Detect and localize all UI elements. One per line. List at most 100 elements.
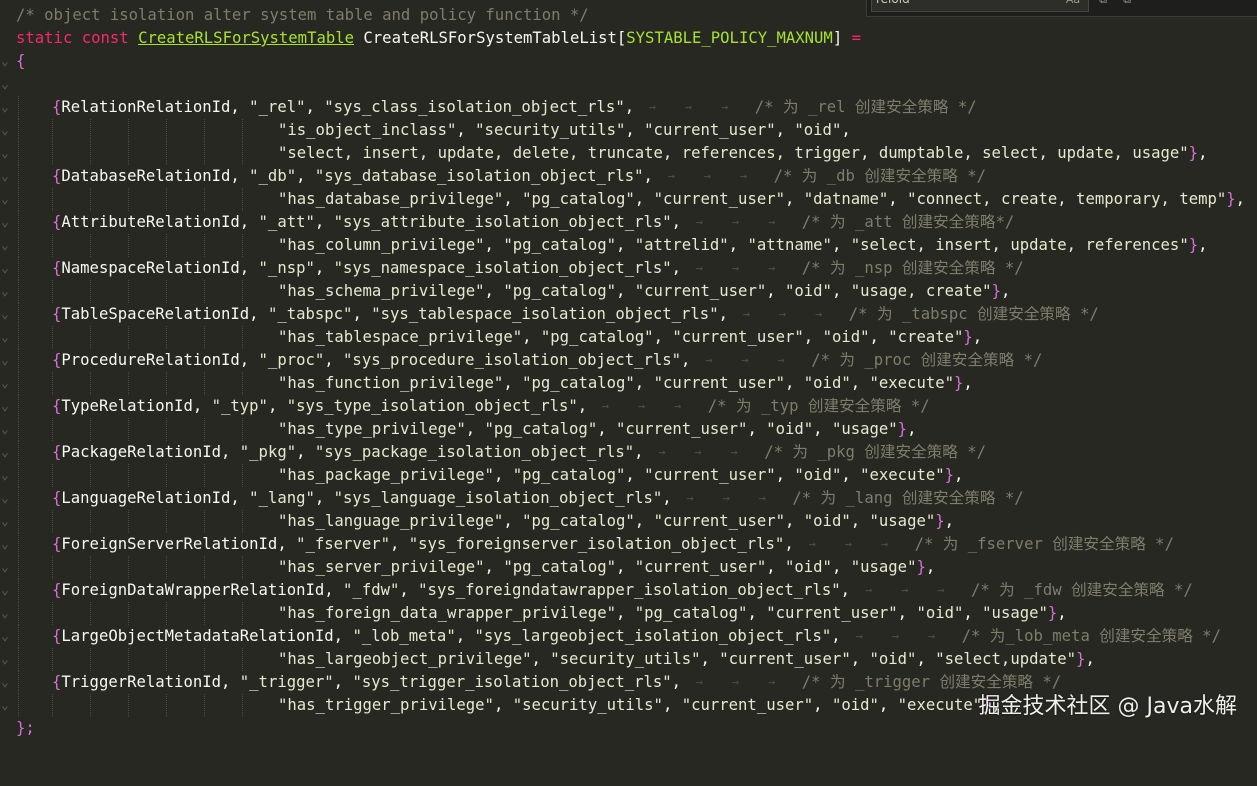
string-literal: "usage, create"	[850, 282, 992, 300]
indent-guide	[166, 234, 168, 257]
brace: {	[52, 443, 62, 461]
fold-toggle-icon[interactable]: ⌄	[1, 165, 13, 188]
string-literal: "current_user"	[719, 650, 851, 668]
indent-guide	[90, 142, 92, 165]
string-literal: "has_function_privilege"	[278, 374, 504, 392]
indent-guide	[18, 326, 20, 349]
string-literal: "create"	[888, 328, 964, 346]
whitespace-marker: → → →	[865, 583, 945, 597]
string-literal: "usage"	[850, 558, 917, 576]
entry-continuation: "has_language_privilege", "pg_catalog", …	[278, 512, 955, 530]
entry-continuation: "has_column_privilege", "pg_catalog", "a…	[278, 236, 1208, 254]
string-literal: "has_tablespace_privilege"	[278, 328, 523, 346]
indent-guide	[52, 280, 54, 303]
closing-brace: };	[16, 719, 35, 737]
fold-toggle-icon[interactable]: ⌄	[1, 579, 13, 602]
fold-guide-icon: ⌄	[1, 376, 9, 391]
brace: {	[16, 52, 26, 70]
entry-head: {RelationRelationId, "_rel", "sys_class_…	[52, 98, 635, 116]
string-literal: "oid"	[831, 696, 879, 714]
indent-guide	[90, 694, 92, 717]
brace: }	[1188, 144, 1199, 162]
indent-guide	[166, 694, 168, 717]
indent-guide	[90, 556, 92, 579]
indent-guide	[166, 142, 168, 165]
fold-toggle-icon[interactable]: ⌄	[1, 211, 13, 234]
fold-toggle-icon[interactable]: ⌄	[1, 96, 13, 119]
fold-toggle-icon[interactable]: ⌄	[1, 487, 13, 510]
whitespace-marker: → → →	[742, 307, 823, 321]
string-literal: "oid"	[916, 604, 964, 622]
keyword: const	[81, 29, 129, 47]
string-literal: "pg_catalog"	[540, 328, 654, 346]
entry-head: {LargeObjectMetadataRelationId, "_lob_me…	[52, 627, 841, 645]
string-literal: "has_foreign_data_wrapper_privilege"	[278, 604, 616, 622]
string-literal: "oid"	[803, 512, 851, 530]
indent-guide	[90, 602, 92, 625]
macro: SYSTABLE_POLICY_MAXNUM	[626, 29, 833, 47]
string-literal: "pg_catalog"	[503, 282, 616, 300]
indent-guide	[18, 533, 20, 556]
string-literal: "is_object_inclass"	[278, 121, 457, 139]
fold-toggle-icon[interactable]: ⌄	[1, 625, 13, 648]
indent-guide	[90, 464, 92, 487]
identifier: CreateRLSForSystemTableList	[363, 29, 617, 47]
entry-head: {ForeignDataWrapperRelationId, "_fdw", "…	[52, 581, 851, 599]
entry-continuation: "has_type_privilege", "pg_catalog", "cur…	[278, 420, 917, 438]
indent-guide	[204, 280, 206, 303]
duplicate-icon[interactable]: ⧉	[1119, 0, 1135, 9]
fold-toggle-icon[interactable]: ⌄	[1, 533, 13, 556]
indent-guide	[18, 395, 20, 418]
entry-head: {AttributeRelationId, "_att", "sys_attri…	[52, 213, 682, 231]
fold-toggle-icon[interactable]: ⌄	[1, 50, 13, 73]
string-literal: "usage"	[982, 604, 1048, 622]
indent-guide	[18, 464, 20, 487]
brace: {	[52, 259, 62, 277]
indent-guide	[242, 234, 244, 257]
indent-guide	[242, 464, 244, 487]
string-literal: "sys_package_isolation_object_rls"	[314, 443, 635, 461]
indent-guide	[242, 648, 244, 671]
brace: }	[954, 374, 964, 392]
whitespace-marker: → → →	[686, 491, 766, 505]
string-literal: "execute"	[869, 374, 955, 392]
indent-guide	[242, 602, 244, 625]
brace: }	[935, 512, 945, 530]
fold-toggle-icon[interactable]: ⌄	[1, 257, 13, 280]
brace: {	[52, 167, 62, 185]
indent-guide	[204, 326, 206, 349]
keyword: static	[16, 29, 73, 47]
fold-toggle-icon[interactable]: ⌄	[1, 441, 13, 464]
fold-guide-icon: ⌄	[1, 330, 9, 345]
indent-guide	[166, 188, 168, 211]
whitespace-marker: → → →	[705, 353, 785, 367]
indent-guide	[18, 487, 20, 510]
fold-toggle-icon[interactable]: ⌄	[1, 395, 13, 418]
entry-continuation: "has_server_privilege", "pg_catalog", "c…	[278, 558, 936, 576]
type-name[interactable]: CreateRLSForSystemTable	[138, 29, 354, 47]
find-input[interactable]: relold	[871, 0, 1089, 12]
string-literal: "sys_largeobject_isolation_object_rls"	[474, 627, 832, 645]
fold-guide-icon: ⌄	[1, 422, 9, 437]
brace: }	[916, 558, 926, 576]
whitespace-marker: → → →	[601, 399, 682, 413]
whitespace-marker: → → →	[695, 261, 776, 275]
declaration: static const CreateRLSForSystemTable Cre…	[16, 29, 861, 47]
string-literal: "security_utils"	[512, 696, 663, 714]
indent-guide	[18, 694, 20, 717]
string-literal: "attrelid"	[634, 236, 729, 254]
code-editor[interactable]: /* object isolation alter system table a…	[0, 0, 1257, 742]
fold-toggle-icon[interactable]: ⌄	[1, 671, 13, 694]
indent-guide	[18, 119, 20, 142]
entry-head: {TriggerRelationId, "_trigger", "sys_tri…	[52, 673, 682, 691]
string-literal: "oid"	[794, 466, 842, 484]
fold-toggle-icon[interactable]: ⌄	[1, 303, 13, 326]
indent-guide	[52, 418, 54, 441]
indent-guide	[18, 648, 20, 671]
match-case-icon[interactable]: Aa	[1065, 0, 1081, 9]
brace: }	[1188, 236, 1199, 254]
fold-guide-icon: ⌄	[1, 284, 9, 299]
string-literal: "sys_foreignserver_isolation_object_rls"	[408, 535, 785, 553]
fold-toggle-icon[interactable]: ⌄	[1, 349, 13, 372]
copy-icon[interactable]: ⧉	[1095, 0, 1111, 9]
